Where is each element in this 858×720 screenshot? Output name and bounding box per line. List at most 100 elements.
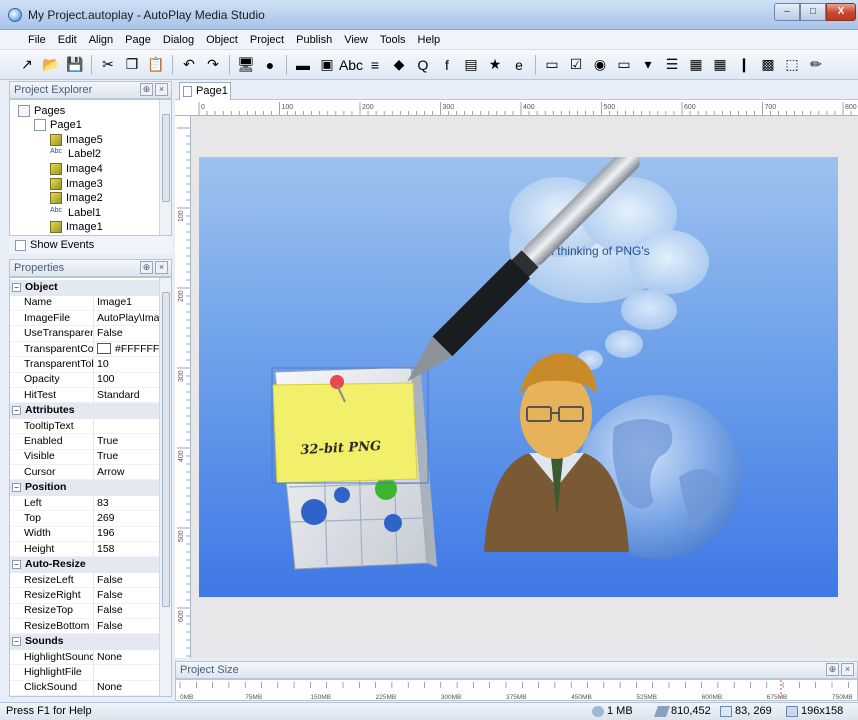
property-row[interactable]: HighlightFile bbox=[10, 665, 161, 681]
property-value[interactable] bbox=[94, 665, 161, 680]
tree-item-image3[interactable]: Image3 bbox=[50, 176, 103, 191]
property-value[interactable]: 83 bbox=[94, 496, 161, 511]
tree-item-pages[interactable]: Pages bbox=[18, 103, 65, 118]
pen-icon[interactable]: ✏ bbox=[805, 54, 827, 76]
tab-page1[interactable]: Page1 bbox=[179, 82, 231, 100]
ie-object-icon[interactable]: e bbox=[508, 54, 530, 76]
property-value[interactable]: #FFFFFF bbox=[94, 342, 161, 357]
property-value[interactable]: Standard bbox=[94, 388, 161, 403]
page-stage[interactable]: I'm thinking of PNG's 32-bit PNG bbox=[199, 157, 838, 597]
property-row[interactable]: ResizeTop False bbox=[10, 603, 161, 619]
property-row[interactable]: ClickSound None bbox=[10, 680, 161, 696]
radio-object-icon[interactable]: ◉ bbox=[589, 54, 611, 76]
tree-item-image1[interactable]: Image1 bbox=[50, 220, 103, 235]
menu-page[interactable]: Page bbox=[119, 34, 157, 46]
tree-item-page1[interactable]: Page1 bbox=[34, 118, 82, 133]
close-button[interactable]: X bbox=[826, 3, 856, 21]
cut-icon[interactable]: ✂ bbox=[97, 54, 119, 76]
property-row[interactable]: HitTest Standard bbox=[10, 387, 161, 404]
web-object-icon[interactable]: Q bbox=[412, 54, 434, 76]
close-icon[interactable]: × bbox=[155, 83, 168, 96]
label-object-icon[interactable]: Abc bbox=[339, 54, 363, 76]
collapse-icon[interactable]: − bbox=[12, 560, 21, 570]
pin-icon[interactable]: ⊕ bbox=[826, 663, 839, 676]
property-row[interactable]: Cursor Arrow bbox=[10, 464, 161, 481]
property-value[interactable]: False bbox=[94, 573, 161, 588]
wand-icon[interactable]: ↗ bbox=[16, 54, 38, 76]
menu-object[interactable]: Object bbox=[200, 34, 244, 46]
pin-icon[interactable]: ⊕ bbox=[140, 83, 153, 96]
property-category[interactable]: − Sounds bbox=[10, 634, 161, 650]
redo-icon[interactable]: ↷ bbox=[202, 54, 224, 76]
close-icon[interactable]: × bbox=[155, 261, 168, 274]
property-row[interactable]: Enabled True bbox=[10, 434, 161, 450]
preview-icon[interactable]: 🖥 bbox=[235, 54, 257, 76]
property-value[interactable]: False bbox=[94, 619, 161, 634]
minimize-button[interactable]: – bbox=[774, 3, 800, 21]
tree-item-image4[interactable]: Image4 bbox=[50, 161, 103, 176]
property-row[interactable]: TransparentCol #FFFFFF bbox=[10, 341, 161, 358]
property-value[interactable]: 269 bbox=[94, 511, 161, 526]
property-value[interactable]: None bbox=[94, 650, 161, 665]
property-category[interactable]: − Object bbox=[10, 280, 161, 296]
combobox-object-icon[interactable]: ▾ bbox=[637, 54, 659, 76]
close-icon[interactable]: × bbox=[841, 663, 854, 676]
tree-item-label1[interactable]: Abc Label1 bbox=[50, 205, 101, 220]
menu-publish[interactable]: Publish bbox=[290, 34, 338, 46]
build-icon[interactable]: ● bbox=[259, 54, 281, 76]
property-row[interactable]: Top 269 bbox=[10, 511, 161, 527]
property-row[interactable]: Height 158 bbox=[10, 541, 161, 558]
slideshow-object-icon[interactable]: ▤ bbox=[460, 54, 482, 76]
calendar-note-image[interactable] bbox=[271, 366, 437, 570]
input-object-icon[interactable]: ▭ bbox=[541, 54, 563, 76]
menu-view[interactable]: View bbox=[338, 34, 374, 46]
properties-scrollbar[interactable] bbox=[159, 278, 171, 696]
property-value[interactable]: False bbox=[94, 588, 161, 603]
property-row[interactable]: Left 83 bbox=[10, 495, 161, 512]
property-value[interactable]: True bbox=[94, 434, 161, 449]
property-row[interactable]: ResizeRight False bbox=[10, 588, 161, 604]
scrollbar-thumb[interactable] bbox=[162, 292, 170, 607]
property-value[interactable]: 196 bbox=[94, 526, 161, 541]
menu-project[interactable]: Project bbox=[244, 34, 290, 46]
property-value[interactable] bbox=[94, 419, 161, 434]
property-value[interactable]: True bbox=[94, 449, 161, 464]
3d-object-icon[interactable]: ◆ bbox=[388, 54, 410, 76]
tree-object-icon[interactable]: ▦ bbox=[685, 54, 707, 76]
property-row[interactable]: HighlightSounc None bbox=[10, 649, 161, 666]
property-row[interactable]: Name Image1 bbox=[10, 295, 161, 311]
menu-file[interactable]: File bbox=[22, 34, 52, 46]
property-value[interactable]: 10 bbox=[94, 357, 161, 372]
pin-icon[interactable]: ⊕ bbox=[140, 261, 153, 274]
save-icon[interactable]: 💾 bbox=[64, 54, 86, 76]
tree-item-image5[interactable]: Image5 bbox=[50, 132, 103, 147]
property-row[interactable]: ResizeLeft False bbox=[10, 572, 161, 589]
property-row[interactable]: TooltipText bbox=[10, 418, 161, 435]
show-events-toggle[interactable]: Show Events bbox=[9, 236, 172, 254]
image-object-icon[interactable]: ▣ bbox=[316, 54, 338, 76]
property-category[interactable]: − Position bbox=[10, 480, 161, 496]
pdf-object-icon[interactable]: ★ bbox=[484, 54, 506, 76]
bar-object-icon[interactable]: ❙ bbox=[733, 54, 755, 76]
property-row[interactable]: Visible True bbox=[10, 449, 161, 465]
button-object-icon[interactable]: ▬ bbox=[292, 54, 314, 76]
tree-item-image2[interactable]: Image2 bbox=[50, 191, 103, 206]
maximize-button[interactable]: □ bbox=[800, 3, 826, 21]
property-row[interactable]: TransparentTol 10 bbox=[10, 357, 161, 373]
property-row[interactable]: Opacity 100 bbox=[10, 372, 161, 388]
property-value[interactable]: Image1 bbox=[94, 295, 161, 310]
menu-edit[interactable]: Edit bbox=[52, 34, 83, 46]
menu-help[interactable]: Help bbox=[412, 34, 447, 46]
collapse-icon[interactable]: − bbox=[12, 406, 21, 416]
collapse-icon[interactable]: − bbox=[12, 637, 21, 647]
undo-icon[interactable]: ↶ bbox=[178, 54, 200, 76]
thought-cloud[interactable] bbox=[509, 177, 709, 370]
color-swatch[interactable] bbox=[97, 343, 111, 355]
tree-item-label2[interactable]: Abc Label2 bbox=[50, 147, 101, 162]
property-row[interactable]: ResizeBottom False bbox=[10, 618, 161, 635]
property-value[interactable]: 100 bbox=[94, 372, 161, 387]
property-category[interactable]: − Auto-Resize bbox=[10, 557, 161, 573]
select-object-icon[interactable]: ⬚ bbox=[781, 54, 803, 76]
flash-object-icon[interactable]: f bbox=[436, 54, 458, 76]
property-value[interactable]: False bbox=[94, 603, 161, 618]
